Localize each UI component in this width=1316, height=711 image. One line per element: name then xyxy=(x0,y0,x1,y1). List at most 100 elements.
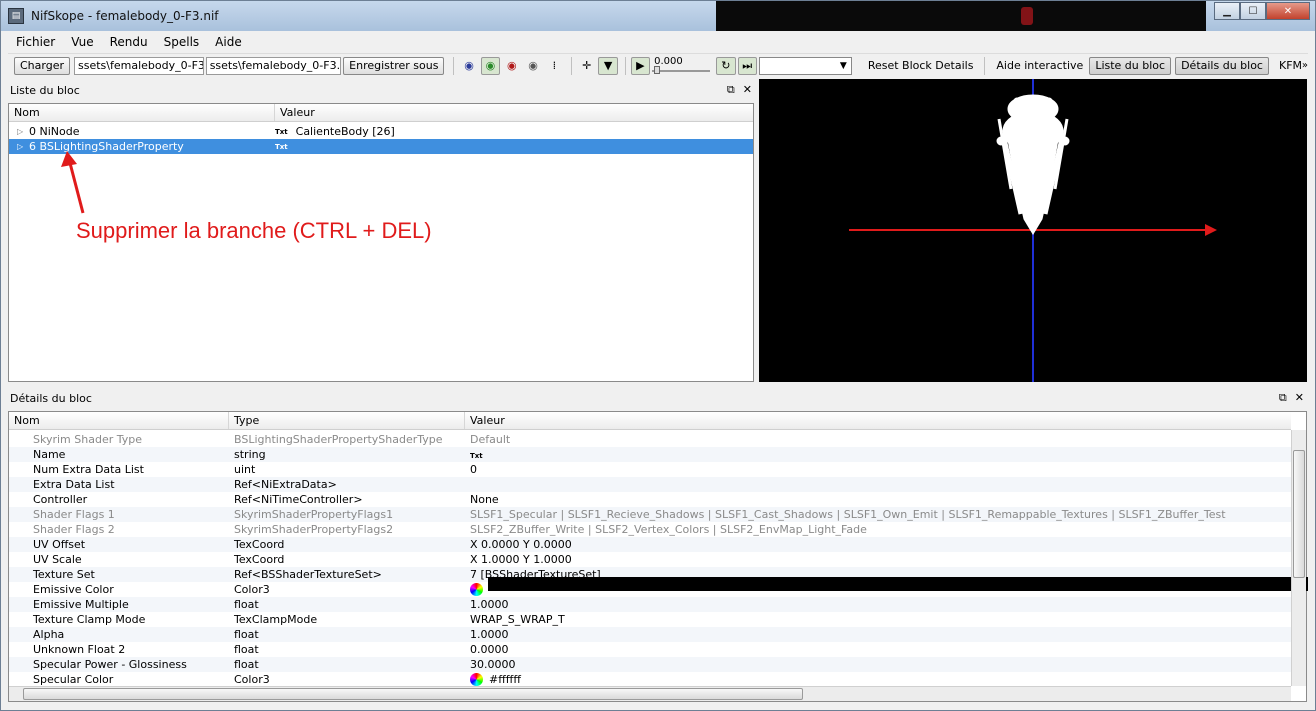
detail-row[interactable]: Extra Data List Ref<NiExtraData> xyxy=(9,477,1291,492)
block-list-dock-header: Liste du bloc ⧉ ✕ xyxy=(8,81,756,99)
view-eye-icon[interactable]: ◉ xyxy=(459,57,478,75)
render-viewport[interactable] xyxy=(759,79,1307,382)
footprint-icon[interactable]: ⁞ xyxy=(545,57,564,75)
menu-fichier[interactable]: Fichier xyxy=(8,35,63,49)
play-icon[interactable]: ▶ xyxy=(630,56,651,75)
block-details-header: Nom Type Valeur xyxy=(9,412,1291,430)
annotation-text: Supprimer la branche (CTRL + DEL) xyxy=(76,218,432,243)
detail-row[interactable]: Num Extra Data List uint 0 xyxy=(9,462,1291,477)
save-as-button[interactable]: Enregistrer sous xyxy=(343,56,445,75)
detail-row[interactable]: Specular Color Color3 #ffffff xyxy=(9,672,1291,687)
detail-value-text: SLSF1_Specular | SLSF1_Recieve_Shadows |… xyxy=(470,508,1226,521)
reset-block-details-button[interactable]: Reset Block Details xyxy=(868,59,974,72)
detail-type: TexClampMode xyxy=(234,613,318,626)
detail-value[interactable]: 1.0000 xyxy=(470,598,509,611)
column-nom[interactable]: Nom xyxy=(9,412,229,429)
block-details-dock-header: Détails du bloc ⧉ ✕ xyxy=(8,389,1308,407)
detail-row[interactable]: Controller Ref<NiTimeController> None xyxy=(9,492,1291,507)
vertical-scrollbar[interactable] xyxy=(1291,430,1306,686)
block-list-toggle[interactable]: Liste du bloc xyxy=(1089,56,1172,75)
detail-name: Alpha xyxy=(33,628,65,641)
color-wheel-icon[interactable] xyxy=(470,673,483,687)
detail-value[interactable] xyxy=(470,576,1308,597)
expand-arrow-icon[interactable]: ▷ xyxy=(17,142,29,151)
detail-type: float xyxy=(234,598,259,611)
undock-icon[interactable]: ⧉ xyxy=(727,83,735,97)
view-eye-green-icon[interactable]: ◉ xyxy=(480,56,501,75)
close-window-button[interactable]: ✕ xyxy=(1266,2,1310,20)
maximize-button[interactable]: ☐ xyxy=(1240,2,1266,20)
animation-select[interactable]: ▼ xyxy=(758,56,852,75)
menu-spells[interactable]: Spells xyxy=(156,35,208,49)
menu-aide[interactable]: Aide xyxy=(207,35,250,49)
loop-icon[interactable]: ↻ xyxy=(716,56,736,75)
horizontal-scrollbar[interactable] xyxy=(9,686,1291,701)
detail-value[interactable]: 30.0000 xyxy=(470,658,516,671)
detail-value[interactable]: None xyxy=(470,493,499,506)
detail-value[interactable]: 0 xyxy=(470,463,477,476)
detail-row[interactable]: UV Scale TexCoord X 1.0000 Y 1.0000 xyxy=(9,552,1291,567)
detail-row[interactable]: Name string Txt xyxy=(9,447,1291,462)
detail-type: SkyrimShaderPropertyFlags2 xyxy=(234,523,394,536)
detail-value[interactable]: X 0.0000 Y 0.0000 xyxy=(470,538,572,551)
load-button[interactable]: Charger xyxy=(14,56,70,75)
detail-type: Ref<NiExtraData> xyxy=(234,478,337,491)
load-path-field[interactable]: ssets\femalebody_0-F3.nif xyxy=(74,56,204,75)
detail-row[interactable]: UV Offset TexCoord X 0.0000 Y 0.0000 xyxy=(9,537,1291,552)
detail-name: Extra Data List xyxy=(33,478,115,491)
detail-value[interactable]: #ffffff xyxy=(470,673,521,687)
block-details-toggle[interactable]: Détails du bloc xyxy=(1175,56,1269,75)
close-dock-icon[interactable]: ✕ xyxy=(1295,391,1304,405)
detail-row[interactable]: Emissive Multiple float 1.0000 xyxy=(9,597,1291,612)
minimize-button[interactable]: ▁ xyxy=(1214,2,1240,20)
switch-animation-icon[interactable]: ⏭ xyxy=(737,56,757,75)
detail-value-text: 0 xyxy=(470,463,477,476)
detail-value[interactable]: Txt xyxy=(470,448,483,461)
detail-value-text: Txt xyxy=(470,452,483,460)
tree-row-selected[interactable]: ▷ 6 BSLightingShaderProperty Txt xyxy=(9,139,753,154)
interactive-help-button[interactable]: Aide interactive xyxy=(996,59,1083,72)
color-wheel-icon[interactable] xyxy=(470,583,483,597)
expand-arrow-icon[interactable]: ▷ xyxy=(17,127,29,136)
detail-value[interactable]: SLSF2_ZBuffer_Write | SLSF2_Vertex_Color… xyxy=(470,523,867,536)
detail-row[interactable]: Emissive Color Color3 xyxy=(9,576,1308,597)
view-eye-grey-icon[interactable]: ◉ xyxy=(523,57,542,75)
detail-value-text: 1.0000 xyxy=(470,628,509,641)
detail-value[interactable]: Default xyxy=(470,433,510,446)
undock-icon[interactable]: ⧉ xyxy=(1279,391,1287,405)
detail-row[interactable]: Unknown Float 2 float 0.0000 xyxy=(9,642,1291,657)
skeleton-model xyxy=(996,94,1070,235)
toolbar-overflow-icon[interactable]: » xyxy=(1302,60,1308,71)
column-type[interactable]: Type xyxy=(229,412,465,429)
detail-value[interactable]: SLSF1_Specular | SLSF1_Recieve_Shadows |… xyxy=(470,508,1226,521)
move-axis-icon[interactable]: ✛ xyxy=(577,57,596,75)
detail-name: Emissive Multiple xyxy=(33,598,129,611)
view-eye-red-icon[interactable]: ◉ xyxy=(502,57,521,75)
detail-row[interactable]: Alpha float 1.0000 xyxy=(9,627,1291,642)
tree-row[interactable]: ▷ 0 NiNode Txt CalienteBody [26] xyxy=(9,124,753,139)
detail-type: SkyrimShaderPropertyFlags1 xyxy=(234,508,394,521)
close-dock-icon[interactable]: ✕ xyxy=(743,83,752,97)
menu-rendu[interactable]: Rendu xyxy=(102,35,156,49)
detail-type: float xyxy=(234,628,259,641)
txt-icon: Txt xyxy=(275,127,288,136)
column-valeur[interactable]: Valeur xyxy=(275,104,753,121)
column-nom[interactable]: Nom xyxy=(9,104,275,121)
detail-row[interactable]: Skyrim Shader Type BSLightingShaderProper… xyxy=(9,432,1291,447)
menu-vue[interactable]: Vue xyxy=(63,35,101,49)
detail-type: float xyxy=(234,643,259,656)
time-slider[interactable]: 0.000 xyxy=(652,56,711,75)
save-path-field[interactable]: ssets\femalebody_0-F3.nif xyxy=(205,56,342,75)
detail-value[interactable]: 1.0000 xyxy=(470,628,509,641)
detail-value[interactable]: 0.0000 xyxy=(470,643,509,656)
detail-row[interactable]: Texture Clamp Mode TexClampMode WRAP_S_WRA… xyxy=(9,612,1291,627)
detail-row[interactable]: Shader Flags 2 SkyrimShaderPropertyFlags2… xyxy=(9,522,1291,537)
column-valeur[interactable]: Valeur xyxy=(465,412,1291,429)
kfm-button[interactable]: KFM xyxy=(1279,59,1302,72)
dropdown-arrow-icon[interactable]: ▼ xyxy=(598,56,618,75)
detail-row[interactable]: Specular Power - Glossiness float 30.0000 xyxy=(9,657,1291,672)
detail-row[interactable]: Shader Flags 1 SkyrimShaderPropertyFlags1… xyxy=(9,507,1291,522)
detail-value[interactable]: WRAP_S_WRAP_T xyxy=(470,613,565,626)
detail-value[interactable]: X 1.0000 Y 1.0000 xyxy=(470,553,572,566)
block-details-title: Détails du bloc xyxy=(10,391,92,405)
